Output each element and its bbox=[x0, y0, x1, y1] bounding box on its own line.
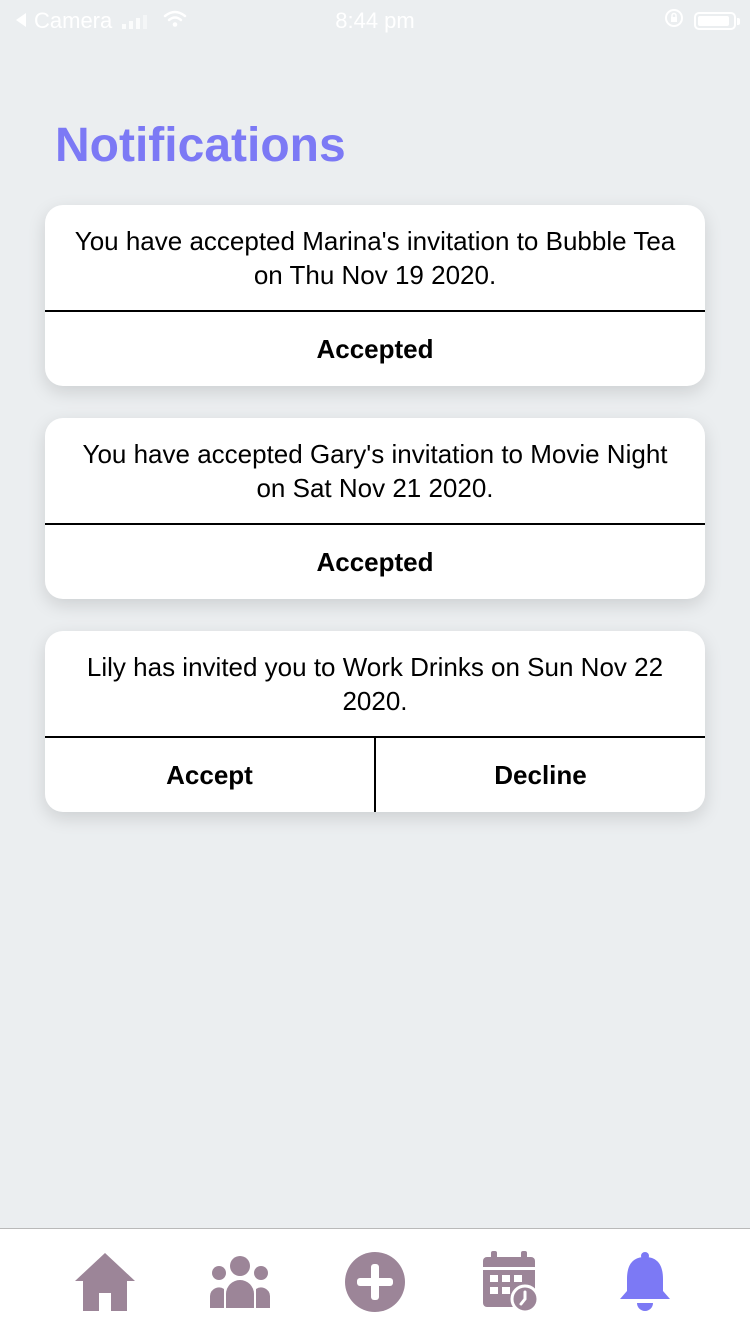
tab-bar bbox=[0, 1228, 750, 1335]
notification-actions: Accept Decline bbox=[45, 738, 705, 812]
notification-card: Lily has invited you to Work Drinks on S… bbox=[45, 631, 705, 812]
accepted-status-button[interactable]: Accepted bbox=[45, 525, 705, 599]
notification-actions: Accepted bbox=[45, 525, 705, 599]
add-circle-icon bbox=[344, 1251, 406, 1318]
group-icon bbox=[208, 1254, 272, 1315]
status-bar: Camera 8:44 pm bbox=[0, 0, 750, 40]
bell-icon bbox=[617, 1251, 673, 1318]
orientation-lock-icon bbox=[664, 8, 684, 34]
notification-message: You have accepted Gary's invitation to M… bbox=[45, 418, 705, 525]
tab-notifications[interactable] bbox=[610, 1251, 680, 1317]
calendar-clock-icon bbox=[477, 1250, 541, 1318]
decline-button[interactable]: Decline bbox=[374, 738, 705, 812]
notification-message: Lily has invited you to Work Drinks on S… bbox=[45, 631, 705, 738]
notification-card: You have accepted Gary's invitation to M… bbox=[45, 418, 705, 599]
page-title: Notifications bbox=[55, 119, 346, 172]
home-icon bbox=[73, 1251, 137, 1318]
accepted-status-button[interactable]: Accepted bbox=[45, 312, 705, 386]
notification-card: You have accepted Marina's invitation to… bbox=[45, 205, 705, 386]
tab-calendar[interactable] bbox=[474, 1250, 544, 1318]
status-right bbox=[664, 8, 740, 34]
accept-button[interactable]: Accept bbox=[45, 738, 374, 812]
tab-home[interactable] bbox=[70, 1251, 140, 1317]
battery-icon bbox=[694, 12, 740, 30]
tab-add[interactable] bbox=[340, 1251, 410, 1317]
notification-actions: Accepted bbox=[45, 312, 705, 386]
status-time: 8:44 pm bbox=[335, 8, 415, 33]
tab-friends[interactable] bbox=[205, 1251, 275, 1317]
notification-message: You have accepted Marina's invitation to… bbox=[45, 205, 705, 312]
